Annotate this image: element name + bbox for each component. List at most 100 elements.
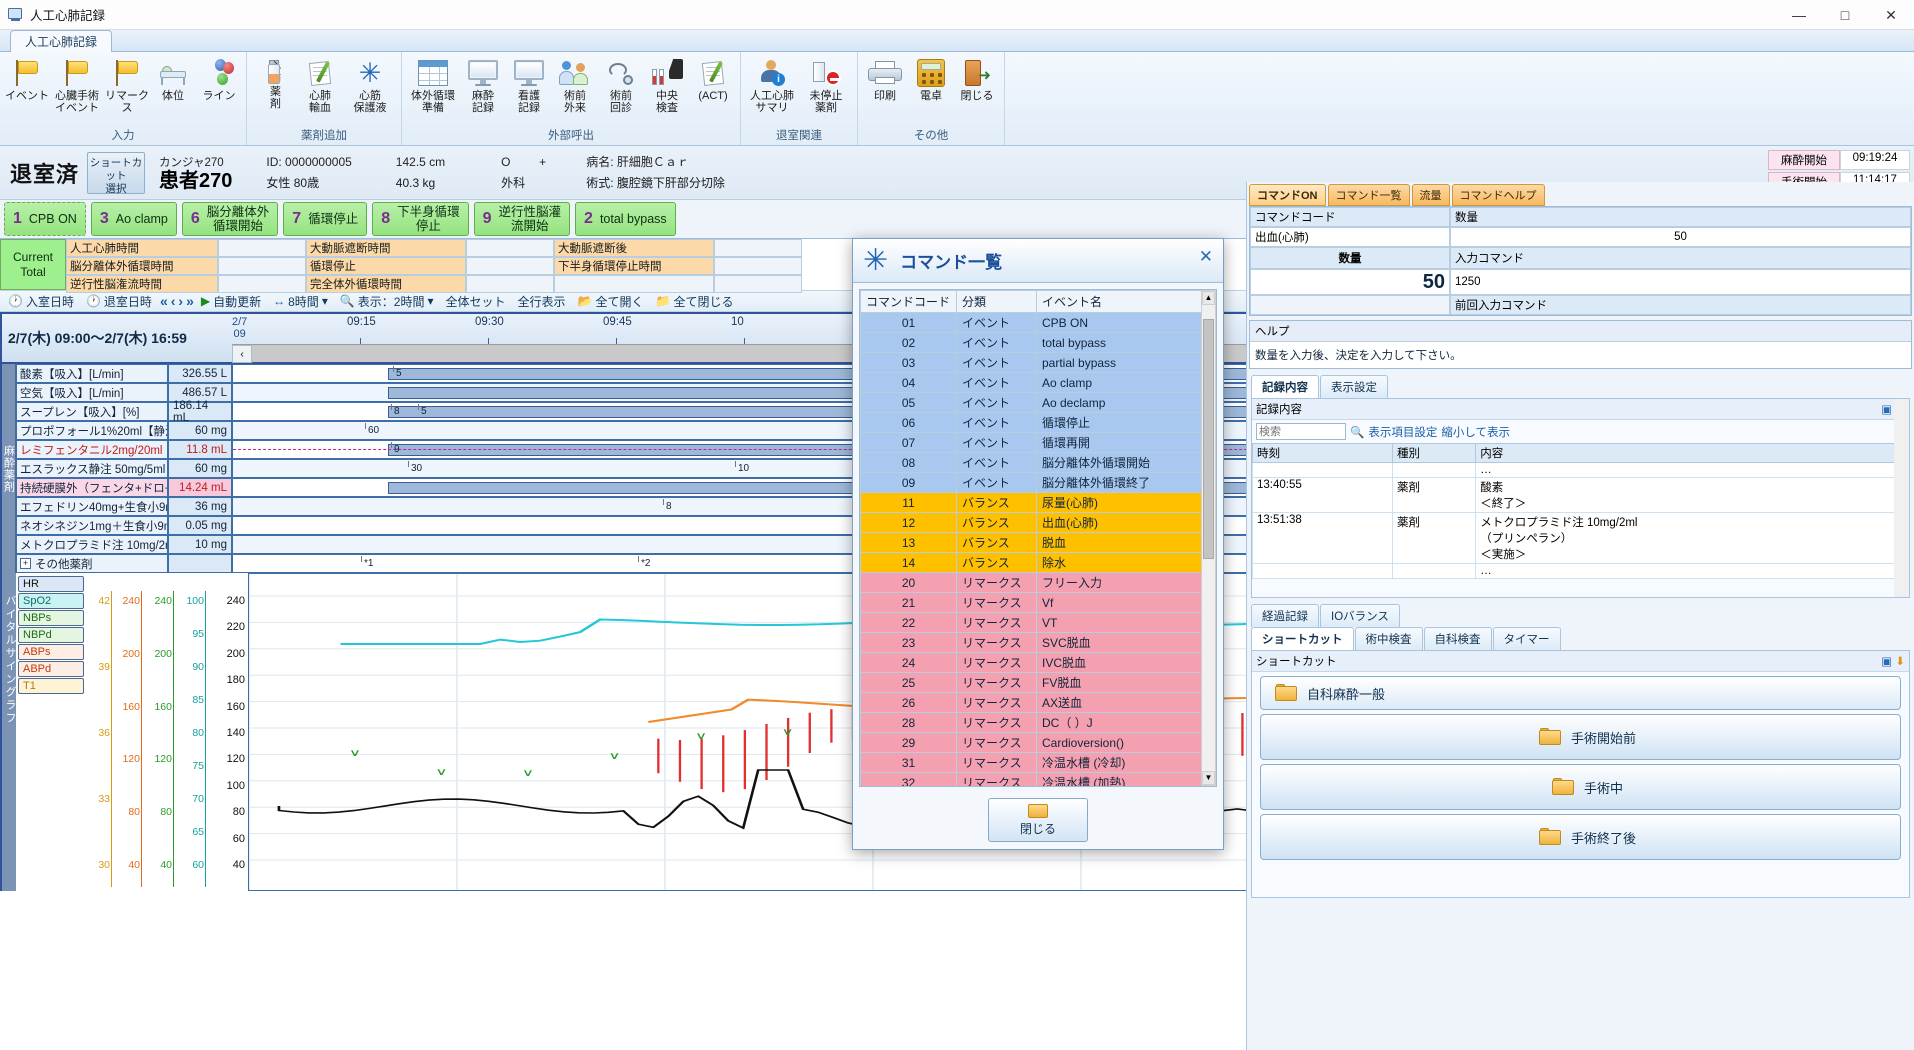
ribbon-button-2-3[interactable]: 術前 外来 — [552, 54, 598, 115]
record-row[interactable]: 13:40:55 薬剤 酸素 ＜終了＞ — [1252, 477, 1909, 513]
command-row[interactable]: 32 リマークス 冷温水槽 (加熱) — [860, 772, 1216, 786]
ribbon-button-2-6[interactable]: (ACT) — [690, 54, 736, 102]
ribbon-button-2-1[interactable]: 麻酔 記録 — [460, 54, 506, 115]
command-tab-3[interactable]: コマンドヘルプ — [1451, 184, 1545, 206]
nav-last-icon[interactable]: » — [186, 293, 194, 309]
display-chevron-down-icon[interactable]: ▾ — [427, 294, 433, 308]
close-icon[interactable]: ✕ — [1868, 0, 1914, 30]
command-row[interactable]: 26 リマークス AX送血 — [860, 692, 1216, 713]
nav-prev-icon[interactable]: ‹ — [171, 293, 176, 309]
command-tab-1[interactable]: コマンド一覧 — [1327, 184, 1410, 206]
shortcut-item[interactable]: 手術開始前 — [1260, 714, 1901, 760]
ribbon-button-0-0[interactable]: イベント — [4, 54, 50, 102]
ribbon-button-2-0[interactable]: 体外循環 準備 — [406, 54, 460, 115]
command-tab-2[interactable]: 流量 — [1411, 184, 1450, 206]
ribbon-button-1-2[interactable]: ✳ 心筋 保護液 — [343, 54, 397, 115]
record-tab-0[interactable]: 記録内容 — [1251, 375, 1319, 398]
record-scrollbar[interactable] — [1894, 399, 1909, 597]
shortcut-tab-2[interactable]: 自科検査 — [1423, 627, 1492, 650]
ribbon-button-1-1[interactable]: 心肺 輸血 — [297, 54, 343, 115]
vitals-legend-spo2[interactable]: SpO2 — [18, 593, 84, 609]
record-row[interactable]: … — [1252, 563, 1909, 579]
record-tab-1[interactable]: 表示設定 — [1320, 375, 1388, 398]
all-rows-button[interactable]: 全行表示 — [514, 292, 570, 311]
event-button-1[interactable]: 1 CPB ON — [4, 202, 86, 236]
shortcut-item[interactable]: 手術中 — [1260, 764, 1901, 810]
ribbon-button-3-0[interactable]: i 人工心肺 サマリ — [745, 54, 799, 115]
record-row[interactable]: 13:51:38 薬剤 メトクロプラミド注 10mg/2ml （プリンペラン） ＜実… — [1252, 512, 1909, 564]
ribbon-button-4-2[interactable]: ➜ 閉じる — [954, 54, 1000, 102]
shortcut-tab-3[interactable]: タイマー — [1492, 627, 1561, 650]
event-button-2[interactable]: 2 total bypass — [575, 202, 676, 236]
shortcut-tab-1[interactable]: 術中検査 — [1354, 627, 1423, 650]
timeline-scroll-left-icon[interactable]: ‹ — [232, 345, 252, 363]
minimize-icon[interactable]: — — [1776, 0, 1822, 30]
command-row[interactable]: 21 リマークス Vf — [860, 592, 1216, 613]
expand-all-button[interactable]: 📂 全て開く — [574, 292, 648, 311]
dialog-close-button[interactable]: 閉じる — [988, 798, 1088, 842]
nav-next-icon[interactable]: › — [178, 293, 183, 309]
vitals-legend-abpd[interactable]: ABPd — [18, 661, 84, 677]
command-row[interactable]: 14 バランス 除水 — [860, 552, 1216, 573]
command-row[interactable]: 01 イベント CPB ON — [860, 312, 1216, 333]
nav-first-icon[interactable]: « — [160, 293, 168, 309]
command-row[interactable]: 09 イベント 脳分離体外循環終了 — [860, 472, 1216, 493]
ribbon-button-0-4[interactable]: ライン — [196, 54, 242, 102]
shortcut-select-button[interactable]: ショートカット 選択 — [87, 151, 146, 195]
lower-tab-0[interactable]: 経過記録 — [1251, 604, 1319, 627]
vitals-legend-nbpd[interactable]: NBPd — [18, 627, 84, 643]
exit-datetime-button[interactable]: 🕐 退室日時 — [82, 292, 156, 311]
dialog-scrollbar[interactable]: ▲ ▼ — [1201, 290, 1216, 786]
command-row[interactable]: 28 リマークス DC（ ）J — [860, 712, 1216, 733]
auto-update-button[interactable]: ▶ 自動更新 — [197, 292, 265, 311]
record-search-input[interactable] — [1256, 423, 1346, 440]
command-row[interactable]: 29 リマークス Cardioversion() — [860, 732, 1216, 753]
command-row[interactable]: 03 イベント partial bypass — [860, 352, 1216, 373]
scroll-up-icon[interactable]: ▲ — [1202, 291, 1215, 305]
record-row[interactable]: … — [1252, 462, 1909, 478]
vitals-legend-nbps[interactable]: NBPs — [18, 610, 84, 626]
command-tab-0[interactable]: コマンドON — [1249, 184, 1326, 206]
span-chevron-down-icon[interactable]: ▾ — [322, 294, 328, 308]
scroll-thumb[interactable] — [1203, 319, 1214, 559]
command-row[interactable]: 23 リマークス SVC脱血 — [860, 632, 1216, 653]
command-row[interactable]: 04 イベント Ao clamp — [860, 372, 1216, 393]
full-set-button[interactable]: 全体セット — [442, 292, 510, 311]
span-selector[interactable]: ↔ 8時間 ▾ — [269, 292, 332, 311]
lower-tab-1[interactable]: IOバランス — [1320, 604, 1400, 627]
command-row[interactable]: 22 リマークス VT — [860, 612, 1216, 633]
shortcut-tab-0[interactable]: ショートカット — [1251, 627, 1354, 650]
maximize-icon[interactable]: □ — [1822, 0, 1868, 30]
event-button-3[interactable]: 3 Ao clamp — [90, 202, 177, 236]
tab-cpb-record[interactable]: 人工心肺記録 — [10, 30, 113, 52]
ribbon-button-2-4[interactable]: 術前 回診 — [598, 54, 644, 115]
vitals-legend-abps[interactable]: ABPs — [18, 644, 84, 660]
scroll-down-icon[interactable]: ▼ — [1202, 771, 1215, 785]
input-command-value[interactable]: 1250 — [1450, 269, 1911, 295]
ribbon-button-2-2[interactable]: 看護 記録 — [506, 54, 552, 115]
command-row[interactable]: 31 リマークス 冷温水槽 (冷却) — [860, 752, 1216, 773]
command-row[interactable]: 02 イベント total bypass — [860, 332, 1216, 353]
command-row[interactable]: 05 イベント Ao declamp — [860, 392, 1216, 413]
event-button-6[interactable]: 6 脳分離体外 循環開始 — [181, 202, 279, 236]
ribbon-button-0-2[interactable]: リマークス — [104, 54, 150, 115]
command-row[interactable]: 07 イベント 循環再開 — [860, 432, 1216, 453]
display-span-selector[interactable]: 🔍 表示：2時間 ▾ — [336, 292, 438, 311]
ribbon-button-0-3[interactable]: 体位 — [150, 54, 196, 102]
shrink-display-link[interactable]: 縮小して表示 — [1441, 424, 1510, 440]
command-row[interactable]: 20 リマークス フリー入力 — [860, 572, 1216, 593]
shortcut-window-icon[interactable]: ▣ — [1881, 656, 1892, 668]
ribbon-button-2-5[interactable]: 中央 検査 — [644, 54, 690, 115]
dialog-close-icon[interactable]: ✕ — [1199, 247, 1213, 267]
command-row[interactable]: 25 リマークス FV脱血 — [860, 672, 1216, 693]
vitals-legend-hr[interactable]: HR — [18, 576, 84, 592]
event-button-7[interactable]: 7 循環停止 — [283, 202, 368, 236]
vitals-legend-t1[interactable]: T1 — [18, 678, 84, 694]
ribbon-button-4-1[interactable]: 電卓 — [908, 54, 954, 102]
search-icon[interactable]: 🔍 — [1350, 425, 1364, 439]
entry-datetime-button[interactable]: 🕐 入室日時 — [4, 292, 78, 311]
shortcut-group-header[interactable]: 自科麻酔一般 — [1260, 676, 1901, 710]
event-button-9[interactable]: 9 逆行性脳灌 流開始 — [473, 202, 571, 236]
command-row[interactable]: 11 バランス 尿量(心肺) — [860, 492, 1216, 513]
command-row[interactable]: 12 バランス 出血(心肺) — [860, 512, 1216, 533]
